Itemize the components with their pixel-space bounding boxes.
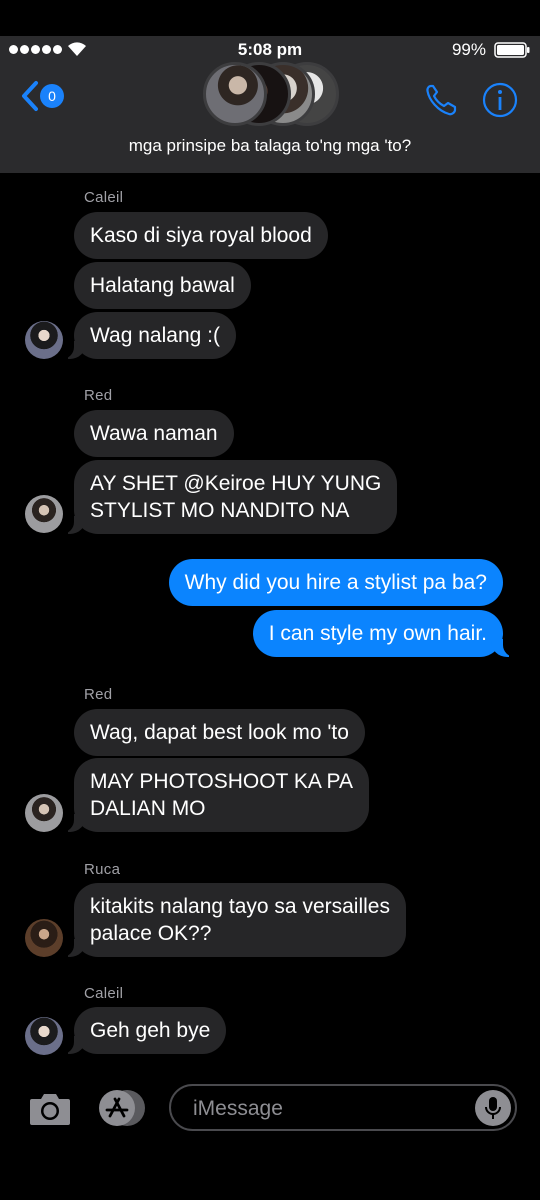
message-text-line: DALIAN MO (90, 797, 206, 820)
group-name[interactable]: mga prinsipe ba talaga to'ng mga 'to? (0, 136, 540, 156)
message-bubble[interactable]: AY SHET @Keiroe HUY YUNG STYLIST MO NAND… (61, 460, 398, 534)
info-icon[interactable] (482, 82, 518, 118)
avatar (25, 794, 63, 832)
avatar (25, 321, 63, 359)
microphone-button[interactable] (475, 1090, 511, 1126)
message-text-line: kitakits nalang tayo sa versailles (90, 895, 390, 918)
message-text: Why did you hire a stylist pa ba? (184, 571, 487, 594)
message-text: I can style my own hair. (268, 622, 487, 645)
message-text-line: palace OK?? (90, 922, 212, 945)
message-bubble[interactable]: Wawa naman (74, 410, 234, 457)
group-avatars[interactable] (203, 62, 339, 128)
camera-icon[interactable] (29, 1090, 71, 1126)
sender-label: Caleil (84, 985, 124, 1002)
message-bubble[interactable]: MAY PHOTOSHOOT KA PA DALIAN MO (62, 758, 369, 832)
avatar (25, 495, 63, 533)
app-store-icon[interactable] (98, 1089, 146, 1127)
chevron-left-icon (22, 81, 38, 111)
message-text: Wag nalang :( (90, 324, 220, 347)
message-text: Wag, dapat best look mo 'to (90, 721, 349, 744)
unread-count-badge: 0 (40, 84, 64, 108)
sender-label: Caleil (84, 189, 124, 206)
avatar (25, 1017, 63, 1055)
sender-label: Ruca (84, 861, 121, 878)
message-text-line: MAY PHOTOSHOOT KA PA (90, 770, 353, 793)
avatar (203, 62, 267, 126)
message-text-line: STYLIST MO NANDITO NA (90, 499, 350, 522)
avatar (25, 919, 63, 957)
sender-label: Red (84, 686, 113, 703)
phone-icon[interactable] (424, 83, 458, 117)
battery-percent: 99% (451, 40, 486, 59)
screen-top-strip (0, 0, 540, 36)
back-button[interactable]: 0 (20, 80, 64, 112)
message-bubble[interactable]: Why did you hire a stylist pa ba? (168, 559, 503, 606)
message-text-line: AY SHET @Keiroe HUY YUNG (90, 472, 382, 495)
message-text: Wawa naman (90, 422, 218, 445)
battery-icon (494, 42, 530, 58)
message-input-placeholder: iMessage (193, 1097, 283, 1120)
message-bubble[interactable]: Halatang bawal (74, 262, 251, 309)
message-bubble[interactable]: Wag, dapat best look mo 'to (74, 709, 365, 756)
message-text: Geh geh bye (90, 1019, 211, 1042)
conversation-header: 5:08 pm 99% 0 mga prinsipe ba talaga to'… (0, 36, 540, 173)
microphone-icon (485, 1097, 501, 1119)
sender-label: Red (84, 387, 113, 404)
message-input[interactable]: iMessage (169, 1084, 517, 1131)
message-bubble[interactable]: kitakits nalang tayo sa versailles palac… (62, 883, 406, 957)
message-bubble[interactable]: Kaso di siya royal blood (74, 212, 328, 259)
message-bubble[interactable]: I can style my own hair. (252, 610, 516, 657)
message-bubble[interactable]: Geh geh bye (61, 1007, 227, 1054)
message-bubble[interactable]: Wag nalang :( (62, 312, 236, 359)
status-bar: 5:08 pm 99% (0, 36, 540, 64)
message-text: Halatang bawal (90, 274, 235, 297)
message-text: Kaso di siya royal blood (90, 224, 312, 247)
